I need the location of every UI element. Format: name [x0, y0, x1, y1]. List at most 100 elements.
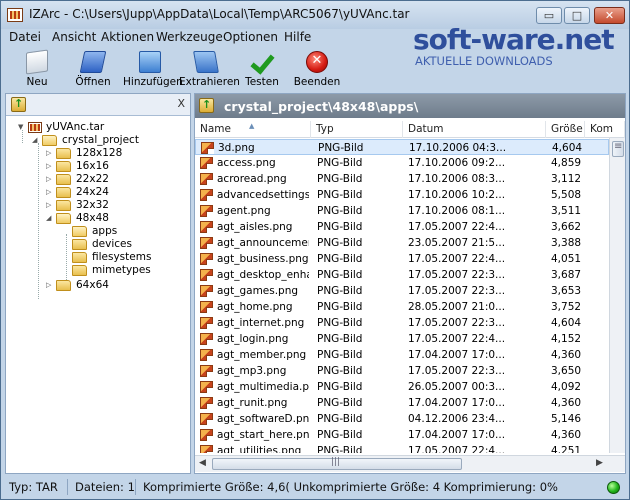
up-folder-icon[interactable]	[11, 97, 26, 112]
file-row[interactable]: agt_business.png PNG-Bild 17.05.2007 22:4.…	[195, 251, 609, 267]
png-file-icon	[200, 189, 213, 201]
file-name: agt_start_here.png	[217, 429, 309, 441]
file-row[interactable]: agt_utilities.png PNG-Bild 17.05.2007 22:4…	[195, 443, 609, 453]
expand-arrow-icon[interactable]: ▷	[46, 189, 53, 196]
file-row[interactable]: agt_softwareD.png PNG-Bild 04.12.2006 23:4…	[195, 411, 609, 427]
file-row[interactable]: agt_member.png PNG-Bild 17.04.2007 17:0...…	[195, 347, 609, 363]
expand-arrow-icon[interactable]: ▷	[46, 202, 53, 209]
file-row[interactable]: agt_mp3.png PNG-Bild 17.05.2007 22:3... 3,6…	[195, 363, 609, 379]
menu-optionen[interactable]: Optionen	[223, 30, 278, 44]
file-row[interactable]: agt_start_here.png PNG-Bild 17.04.2007 17:…	[195, 427, 609, 443]
open-button[interactable]: Öffnen	[67, 49, 119, 91]
tree-node-archive[interactable]: ▼ yUVAnc.tar	[18, 121, 188, 134]
file-row[interactable]: agent.png PNG-Bild 17.10.2006 08:1... 3,511	[195, 203, 609, 219]
file-list-panel: crystal_project\48x48\apps\ Name ▲ Typ D…	[194, 93, 626, 474]
menu-hilfe[interactable]: Hilfe	[284, 30, 311, 44]
maximize-button[interactable]: □	[564, 7, 590, 24]
column-date[interactable]: Datum	[403, 121, 546, 138]
tree-node-folder[interactable]: ▷ 128x128	[46, 147, 188, 160]
tree-node-label: 32x32	[76, 199, 109, 211]
tree-node-folder-selected[interactable]: apps	[68, 225, 188, 238]
expand-toggle-icon[interactable]: ▼	[18, 124, 25, 131]
extract-button-label: Extrahieren	[179, 76, 240, 88]
vertical-scrollbar[interactable]	[609, 138, 625, 453]
scroll-left-arrow-icon[interactable]: ◀	[199, 458, 206, 468]
png-file-icon	[200, 253, 213, 265]
scroll-right-arrow-icon[interactable]: ▶	[596, 458, 603, 468]
close-button[interactable]: ✕	[594, 7, 625, 24]
file-type: PNG-Bild	[317, 237, 363, 249]
tree-node-folder[interactable]: ▷ 32x32	[46, 199, 188, 212]
file-date: 17.10.2006 08:1...	[408, 205, 506, 217]
horizontal-scroll-thumb[interactable]	[212, 457, 462, 470]
folder-icon	[56, 148, 71, 159]
exit-button[interactable]: Beenden	[291, 49, 343, 91]
file-row[interactable]: agt_runit.png PNG-Bild 17.04.2007 17:0... 4…	[195, 395, 609, 411]
minimize-button[interactable]: ▭	[536, 7, 562, 24]
file-row[interactable]: agt_multimedia.png PNG-Bild 26.05.2007 00:…	[195, 379, 609, 395]
new-button[interactable]: Neu	[11, 49, 63, 91]
expand-arrow-icon[interactable]: ▷	[46, 163, 53, 170]
collapse-arrow-icon[interactable]: ◢	[32, 137, 39, 144]
column-type[interactable]: Typ	[311, 121, 403, 138]
menu-werkzeuge[interactable]: Werkzeuge	[156, 30, 223, 44]
file-row[interactable]: agt_games.png PNG-Bild 17.05.2007 22:3... 3…	[195, 283, 609, 299]
file-size: 4,604	[552, 142, 583, 154]
column-name[interactable]: Name ▲	[195, 121, 311, 138]
add-button[interactable]: Hinzufügen	[123, 49, 183, 91]
vertical-scroll-thumb[interactable]	[612, 141, 624, 157]
menu-datei[interactable]: Datei	[9, 30, 41, 44]
file-name: access.png	[217, 157, 276, 169]
file-type: PNG-Bild	[317, 221, 363, 233]
file-size: 5,146	[551, 413, 582, 425]
file-type: PNG-Bild	[317, 205, 363, 217]
up-folder-icon[interactable]	[199, 98, 214, 113]
column-header: Name ▲ Typ Datum Größe Kom	[195, 121, 625, 138]
png-file-icon	[200, 269, 213, 281]
tree-node-folder[interactable]: ▷ 64x64	[46, 279, 188, 292]
file-size: 4,859	[551, 157, 582, 169]
file-row[interactable]: access.png PNG-Bild 17.10.2006 09:2... 4,85…	[195, 155, 609, 171]
collapse-arrow-icon[interactable]: ◢	[46, 215, 53, 222]
file-row[interactable]: 3d.png PNG-Bild 17.10.2006 04:3... 4,604	[195, 139, 609, 155]
file-type: PNG-Bild	[317, 317, 363, 329]
tree-node-folder[interactable]: devices	[68, 238, 188, 251]
tree-node-folder[interactable]: ◢ 48x48	[46, 212, 188, 225]
test-button[interactable]: Testen	[237, 49, 287, 91]
expand-arrow-icon[interactable]: ▷	[46, 282, 53, 289]
izarc-app-icon[interactable]	[7, 8, 23, 22]
tree-node-folder[interactable]: filesystems	[68, 251, 188, 264]
tree-node-folder[interactable]: ▷ 16x16	[46, 160, 188, 173]
tree-close-button[interactable]: X	[177, 97, 185, 110]
file-size: 4,360	[551, 429, 582, 441]
tree-node-folder[interactable]: mimetypes	[68, 264, 188, 277]
file-type: PNG-Bild	[317, 429, 363, 441]
menu-ansicht[interactable]: Ansicht	[52, 30, 96, 44]
expand-arrow-icon[interactable]: ▷	[46, 150, 53, 157]
file-row[interactable]: advancedsettings.p... PNG-Bild 17.10.2006 …	[195, 187, 609, 203]
tree-node-folder[interactable]: ◢ crystal_project	[32, 134, 188, 147]
file-row[interactable]: acroread.png PNG-Bild 17.10.2006 08:3... 3,…	[195, 171, 609, 187]
tar-archive-icon	[28, 122, 42, 133]
file-size: 4,152	[551, 333, 582, 345]
file-row[interactable]: agt_announcement... PNG-Bild 23.05.2007 21…	[195, 235, 609, 251]
column-size[interactable]: Größe	[546, 121, 585, 138]
file-type: PNG-Bild	[317, 349, 363, 361]
file-row[interactable]: agt_internet.png PNG-Bild 17.05.2007 22:3.…	[195, 315, 609, 331]
file-row[interactable]: agt_home.png PNG-Bild 28.05.2007 21:0... 3,…	[195, 299, 609, 315]
file-date: 17.05.2007 22:3...	[408, 269, 506, 281]
tree-node-folder[interactable]: ▷ 24x24	[46, 186, 188, 199]
expand-arrow-icon[interactable]: ▷	[46, 176, 53, 183]
menu-aktionen[interactable]: Aktionen	[101, 30, 154, 44]
horizontal-scrollbar[interactable]: ◀ ▶	[195, 455, 625, 472]
tree-node-folder[interactable]: ▷ 22x22	[46, 173, 188, 186]
file-row[interactable]: agt_desktop_enha... PNG-Bild 17.05.2007 22…	[195, 267, 609, 283]
file-row[interactable]: agt_login.png PNG-Bild 17.05.2007 22:4... 4…	[195, 331, 609, 347]
folder-open-icon	[72, 226, 87, 237]
png-file-icon	[200, 205, 213, 217]
extract-button[interactable]: Extrahieren	[179, 49, 240, 91]
file-row[interactable]: agt_aisles.png PNG-Bild 17.05.2007 22:4...…	[195, 219, 609, 235]
png-file-icon	[200, 397, 213, 409]
status-type: Typ: TAR	[9, 480, 58, 494]
column-compressed[interactable]: Kom	[585, 121, 625, 138]
